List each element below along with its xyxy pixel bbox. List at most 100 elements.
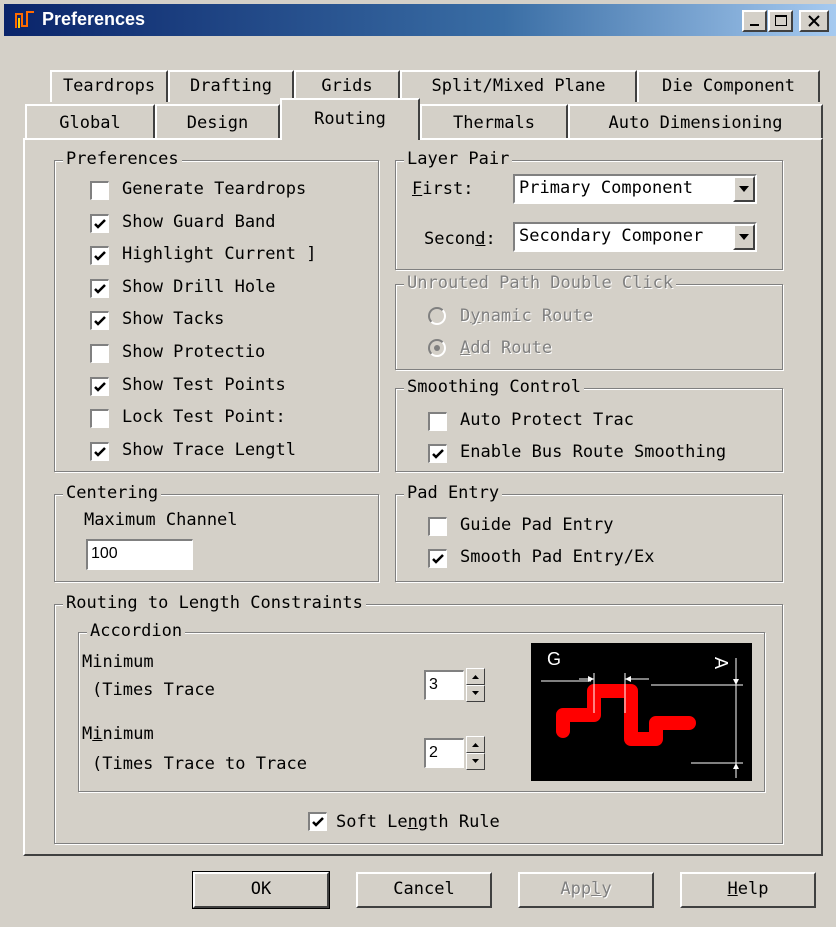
checkmark-icon bbox=[94, 446, 106, 457]
title-bar[interactable]: Preferences bbox=[4, 4, 836, 36]
maximize-button[interactable] bbox=[768, 10, 793, 32]
preference-item-label: Show Test Points bbox=[122, 374, 286, 395]
pad-entry-item-label: Smooth Pad Entry/Ex bbox=[460, 547, 655, 567]
smoothing-item-checkbox[interactable] bbox=[428, 412, 447, 431]
close-button[interactable] bbox=[799, 10, 829, 32]
preference-item-label: Show Trace Lengtl bbox=[122, 439, 296, 460]
diagram-g-label: G bbox=[547, 649, 561, 669]
checkmark-icon bbox=[94, 251, 106, 261]
maximize-icon bbox=[775, 15, 787, 26]
minimum-2-input[interactable]: 2 bbox=[424, 738, 464, 768]
minimum-1-sublabel: (Times Trace bbox=[92, 680, 215, 700]
tab-design[interactable]: Design bbox=[155, 104, 280, 138]
preference-item-checkbox[interactable] bbox=[90, 441, 109, 461]
preference-item-checkbox[interactable] bbox=[90, 278, 109, 298]
minimum-1-label: Minimum bbox=[82, 652, 154, 672]
preferences-dialog: Preferences Teardrops Drafting Grids Spl… bbox=[0, 0, 836, 927]
add-route-label: Add Route bbox=[460, 338, 553, 358]
close-icon bbox=[808, 15, 820, 27]
tab-thermals[interactable]: Thermals bbox=[420, 104, 568, 138]
maximum-channel-label: Maximum Channel bbox=[84, 510, 238, 530]
routing-length-title: Routing to Length Constraints bbox=[63, 593, 366, 613]
pad-entry-title: Pad Entry bbox=[404, 483, 503, 503]
arrow-down-icon bbox=[472, 691, 479, 695]
arrow-up-icon bbox=[472, 675, 479, 679]
preference-item-label: Generate Teardrops bbox=[122, 179, 307, 199]
dynamic-route-label: Dynamic Route bbox=[460, 306, 594, 326]
minimum-2-spinner[interactable] bbox=[466, 736, 485, 770]
preference-item-label: Highlight Current ] bbox=[122, 244, 317, 265]
smoothing-control-title: Smoothing Control bbox=[404, 377, 584, 397]
first-layer-select[interactable]: Primary Component bbox=[513, 174, 757, 204]
arrow-up-icon bbox=[472, 743, 479, 747]
accordion-title: Accordion bbox=[87, 621, 186, 641]
spin-up-button[interactable] bbox=[466, 736, 485, 753]
preference-item-label: Show Drill Hole bbox=[122, 276, 276, 297]
dynamic-route-radio[interactable] bbox=[428, 307, 446, 325]
pad-entry-item-checkbox[interactable] bbox=[428, 549, 447, 568]
tab-routing[interactable]: Routing bbox=[280, 98, 420, 140]
chevron-down-icon bbox=[739, 186, 749, 192]
apply-button[interactable]: Apply bbox=[518, 872, 654, 908]
preference-item-label: Lock Test Point: bbox=[122, 407, 286, 428]
first-layer-value: Primary Component bbox=[519, 178, 693, 198]
preference-item-label: Show Guard Band bbox=[122, 211, 276, 232]
second-label: Second: bbox=[424, 229, 496, 249]
unrouted-path-group: Unrouted Path Double Click bbox=[395, 273, 783, 370]
tab-teardrops[interactable]: Teardrops bbox=[50, 70, 168, 102]
checkmark-icon bbox=[94, 218, 106, 229]
spin-down-button[interactable] bbox=[466, 685, 485, 702]
first-layer-dropdown-button[interactable] bbox=[733, 176, 755, 202]
second-layer-dropdown-button[interactable] bbox=[733, 224, 755, 250]
second-layer-value: Secondary Componer bbox=[519, 226, 704, 246]
app-icon bbox=[15, 11, 34, 28]
smoothing-item-label: Enable Bus Route Smoothing bbox=[460, 442, 727, 462]
minimum-1-spinner[interactable] bbox=[466, 668, 485, 702]
minimum-1-input[interactable]: 3 bbox=[424, 670, 464, 700]
tab-die-component[interactable]: Die Component bbox=[637, 70, 820, 102]
accordion-diagram: G A bbox=[531, 643, 752, 781]
checkmark-icon bbox=[94, 283, 106, 294]
first-label: First: bbox=[412, 179, 474, 199]
preference-item-checkbox[interactable] bbox=[90, 409, 109, 429]
layer-pair-title: Layer Pair bbox=[404, 149, 513, 169]
minimize-icon bbox=[750, 24, 759, 26]
tab-global[interactable]: Global bbox=[25, 104, 155, 138]
cancel-button[interactable]: Cancel bbox=[356, 872, 492, 908]
preference-item-label: Show Protectio bbox=[122, 342, 266, 362]
tab-drafting[interactable]: Drafting bbox=[168, 70, 294, 102]
smoothing-item-checkbox[interactable] bbox=[428, 444, 447, 463]
preferences-group-title: Preferences bbox=[63, 149, 182, 169]
checkmark-icon bbox=[312, 817, 324, 827]
spin-down-button[interactable] bbox=[466, 753, 485, 770]
checkmark-icon bbox=[432, 449, 444, 459]
pad-entry-item-label: Guide Pad Entry bbox=[460, 515, 614, 535]
preference-item-checkbox[interactable] bbox=[90, 213, 109, 233]
spin-up-button[interactable] bbox=[466, 668, 485, 685]
soft-length-rule-checkbox[interactable] bbox=[308, 812, 327, 831]
preference-item-checkbox[interactable] bbox=[90, 246, 109, 266]
smoothing-item-label: Auto Protect Trac bbox=[460, 410, 634, 430]
arrow-down-icon bbox=[472, 759, 479, 763]
add-route-radio[interactable] bbox=[428, 339, 446, 357]
pad-entry-group: Pad Entry bbox=[395, 483, 783, 582]
checkmark-icon bbox=[94, 316, 106, 327]
ok-button[interactable]: OK bbox=[192, 871, 330, 909]
preference-item-checkbox[interactable] bbox=[90, 344, 109, 363]
help-button[interactable]: Help bbox=[680, 872, 816, 908]
preference-item-checkbox[interactable] bbox=[90, 376, 109, 396]
pad-entry-item-checkbox[interactable] bbox=[428, 517, 447, 536]
chevron-down-icon bbox=[739, 234, 749, 240]
soft-length-rule-label: Soft Length Rule bbox=[336, 812, 500, 832]
tab-split-mixed-plane[interactable]: Split/Mixed Plane bbox=[400, 70, 637, 102]
maximum-channel-input[interactable]: 100 bbox=[86, 539, 193, 570]
minimize-button[interactable] bbox=[742, 10, 767, 32]
preference-item-checkbox[interactable] bbox=[90, 311, 109, 331]
centering-title: Centering bbox=[63, 483, 162, 503]
second-layer-select[interactable]: Secondary Componer bbox=[513, 222, 757, 252]
diagram-a-label: A bbox=[711, 657, 731, 669]
unrouted-path-title: Unrouted Path Double Click bbox=[404, 273, 677, 293]
preference-item-checkbox[interactable] bbox=[90, 181, 109, 200]
tab-auto-dimensioning[interactable]: Auto Dimensioning bbox=[568, 104, 823, 138]
checkmark-icon bbox=[432, 554, 444, 564]
